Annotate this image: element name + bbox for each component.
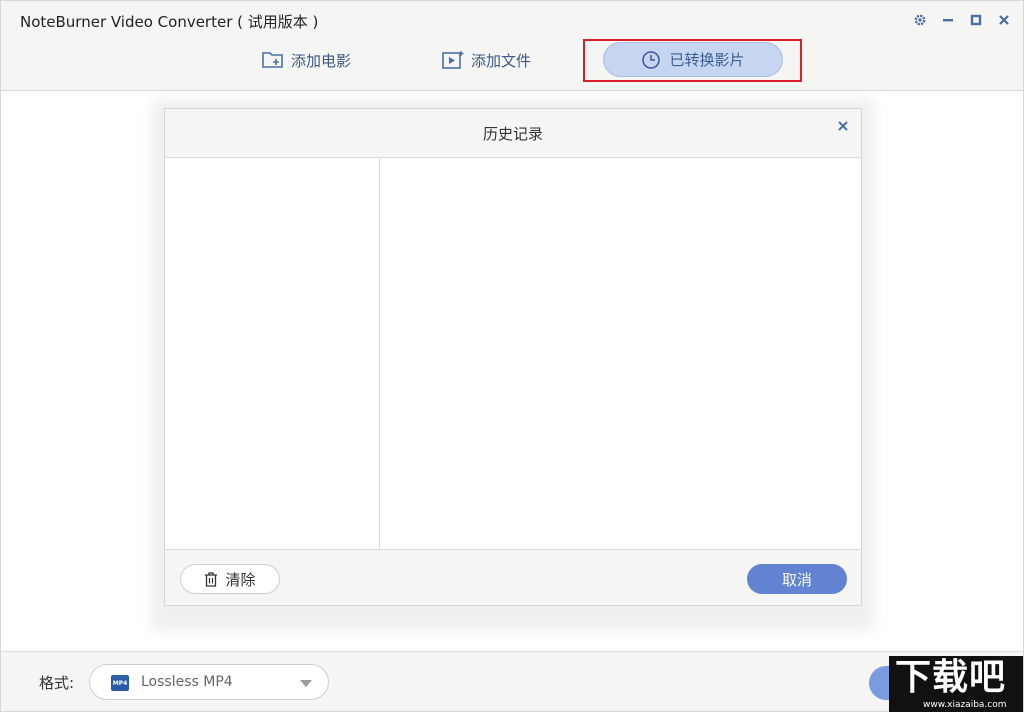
add-movie-button[interactable]: 添加电影: [261, 47, 351, 73]
app-title: NoteBurner Video Converter ( 试用版本 ): [20, 13, 319, 31]
dialog-footer: 清除 取消: [165, 549, 861, 605]
close-icon: [838, 121, 848, 131]
format-value: Lossless MP4: [141, 674, 233, 690]
close-button[interactable]: [997, 11, 1011, 29]
folder-plus-icon: [262, 52, 283, 68]
bottom-bar: 格式: MP4 Lossless MP4: [1, 651, 1023, 711]
dialog-header: 历史记录: [165, 109, 861, 158]
mp4-icon: MP4: [111, 675, 129, 691]
trash-icon: [205, 571, 218, 587]
close-icon: [999, 15, 1009, 25]
minimize-button[interactable]: [941, 11, 955, 29]
cancel-button[interactable]: 取消: [747, 564, 847, 594]
watermark-text: 下载吧: [895, 657, 1007, 698]
watermark-logo: 下载吧 www.xiazaiba.com: [889, 656, 1023, 712]
add-movie-label: 添加电影: [291, 51, 352, 70]
window-controls: [913, 11, 1011, 29]
history-list-pane[interactable]: [165, 158, 380, 549]
add-file-label: 添加文件: [471, 51, 532, 70]
minimize-icon: [943, 19, 953, 22]
dialog-close-button[interactable]: [835, 118, 851, 134]
format-select[interactable]: MP4 Lossless MP4: [89, 664, 329, 700]
gear-icon: [914, 14, 926, 26]
cancel-label: 取消: [781, 570, 812, 589]
maximize-button[interactable]: [969, 11, 983, 29]
header: NoteBurner Video Converter ( 试用版本 ) 添加电影…: [1, 1, 1023, 91]
format-label: 格式:: [39, 674, 75, 692]
settings-button[interactable]: [913, 11, 927, 29]
clock-icon: [642, 50, 661, 69]
converted-movies-label: 已转换影片: [669, 51, 745, 69]
watermark-url: www.xiazaiba.com: [923, 700, 1007, 710]
app-window: NoteBurner Video Converter ( 试用版本 ) 添加电影…: [0, 0, 1024, 712]
history-detail-pane[interactable]: [381, 158, 861, 549]
add-file-button[interactable]: 添加文件: [441, 47, 531, 73]
history-dialog: 历史记录 清除 取消: [164, 108, 862, 606]
converted-movies-button[interactable]: 已转换影片: [603, 42, 783, 77]
video-file-icon: [442, 51, 464, 69]
dialog-title: 历史记录: [482, 124, 543, 143]
chevron-down-icon: [300, 680, 312, 687]
clear-button[interactable]: 清除: [180, 564, 280, 594]
clear-label: 清除: [225, 570, 256, 589]
maximize-icon: [970, 14, 982, 26]
